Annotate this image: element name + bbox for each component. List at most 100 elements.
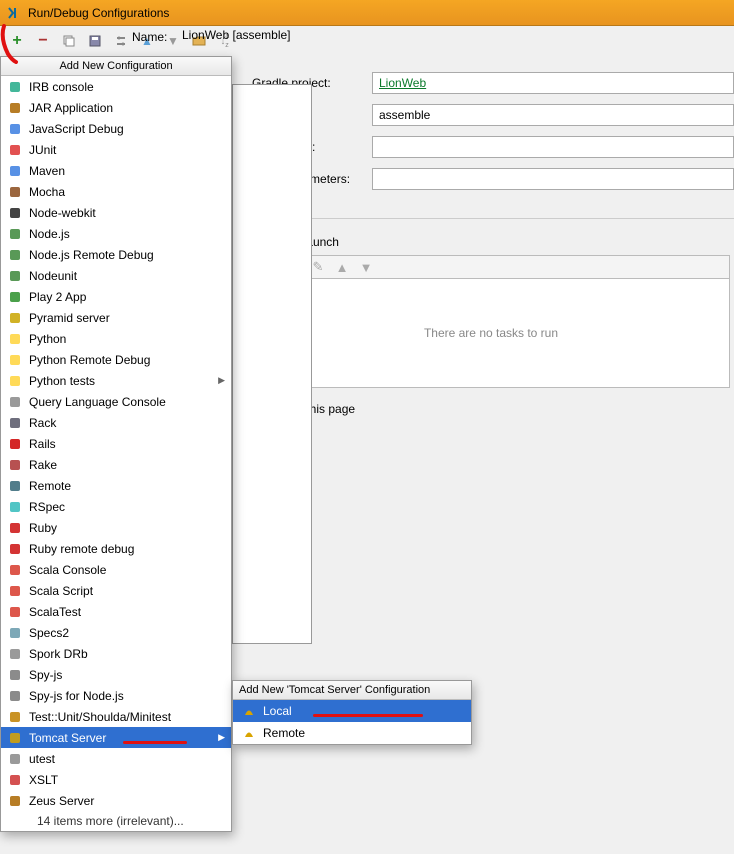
- config-type-label: Scala Console: [29, 563, 106, 577]
- python-tests-icon: [7, 373, 23, 389]
- add-configuration-popup: Add New Configuration IRB console JAR App…: [0, 56, 232, 832]
- config-type-python[interactable]: Python: [1, 328, 231, 349]
- python-remote-icon: [7, 352, 23, 368]
- tomcat-icon: [7, 730, 23, 746]
- config-type-ruby-remote-debug[interactable]: Ruby remote debug: [1, 538, 231, 559]
- tomcat-submenu-local[interactable]: Local: [233, 700, 471, 722]
- config-type-rspec[interactable]: RSpec: [1, 496, 231, 517]
- config-type-rails[interactable]: Rails: [1, 433, 231, 454]
- name-input[interactable]: LionWeb [assemble]: [182, 28, 734, 50]
- bl-up-button[interactable]: ▲: [333, 258, 351, 276]
- config-type-label: Node.js: [29, 227, 70, 241]
- before-launch-header[interactable]: ▼ Before launch: [252, 235, 734, 249]
- ruby-icon: [7, 520, 23, 536]
- python-icon: [7, 331, 23, 347]
- tomcat-remote-icon: [241, 725, 257, 741]
- config-type-javascript-debug[interactable]: JavaScript Debug: [1, 118, 231, 139]
- config-type-nodeunit[interactable]: Nodeunit: [1, 265, 231, 286]
- copy-button[interactable]: [58, 30, 80, 52]
- config-type-scalatest[interactable]: ScalaTest: [1, 601, 231, 622]
- config-type-label: Node.js Remote Debug: [29, 248, 154, 262]
- config-type-rake[interactable]: Rake: [1, 454, 231, 475]
- config-type-pyramid-server[interactable]: Pyramid server: [1, 307, 231, 328]
- add-button[interactable]: +: [6, 30, 28, 52]
- tomcat-icon: [241, 703, 257, 719]
- window-title: Run/Debug Configurations: [28, 6, 169, 20]
- config-type-rack[interactable]: Rack: [1, 412, 231, 433]
- app-icon: [6, 5, 22, 21]
- config-type-spy-js[interactable]: Spy-js: [1, 664, 231, 685]
- config-type-label: Python tests: [29, 374, 95, 388]
- config-type-mocha[interactable]: Mocha: [1, 181, 231, 202]
- config-type-label: Mocha: [29, 185, 65, 199]
- config-type-test-unit-shoulda-minitest[interactable]: Test::Unit/Shoulda/Minitest: [1, 706, 231, 727]
- tasks-field[interactable]: assemble: [372, 104, 734, 126]
- config-type-jar-application[interactable]: JAR Application: [1, 97, 231, 118]
- gradle-project-field[interactable]: LionWeb: [372, 72, 734, 94]
- specs2-icon: [7, 625, 23, 641]
- config-type-python-remote-debug[interactable]: Python Remote Debug: [1, 349, 231, 370]
- config-type-label: Rack: [29, 416, 56, 430]
- submenu-title: Add New 'Tomcat Server' Configuration: [233, 681, 471, 700]
- config-type-spork-drb[interactable]: Spork DRb: [1, 643, 231, 664]
- bl-down-button[interactable]: ▼: [357, 258, 375, 276]
- config-type-node-js-remote-debug[interactable]: Node.js Remote Debug: [1, 244, 231, 265]
- config-type-label: Rake: [29, 458, 57, 472]
- tomcat-submenu-remote[interactable]: Remote: [233, 722, 471, 744]
- config-type-scala-console[interactable]: Scala Console: [1, 559, 231, 580]
- config-type-label: Ruby: [29, 521, 57, 535]
- save-button[interactable]: [84, 30, 106, 52]
- settings-button[interactable]: [110, 30, 132, 52]
- config-type-label: IRB console: [29, 80, 94, 94]
- remove-button[interactable]: −: [32, 30, 54, 52]
- script-params-field[interactable]: [372, 168, 734, 190]
- config-type-node-js[interactable]: Node.js: [1, 223, 231, 244]
- submenu-item-label: Remote: [263, 726, 305, 740]
- config-type-label: Ruby remote debug: [29, 542, 134, 556]
- config-type-maven[interactable]: Maven: [1, 160, 231, 181]
- config-type-tomcat-server[interactable]: Tomcat Server▶: [1, 727, 231, 748]
- config-type-label: utest: [29, 752, 55, 766]
- config-type-zeus-server[interactable]: Zeus Server: [1, 790, 231, 811]
- scala-script-icon: [7, 583, 23, 599]
- qlc-icon: [7, 394, 23, 410]
- config-type-remote[interactable]: Remote: [1, 475, 231, 496]
- before-launch-toolbar: + − ✎ ▲ ▼: [252, 255, 730, 278]
- config-type-scala-script[interactable]: Scala Script: [1, 580, 231, 601]
- utest-icon: [7, 751, 23, 767]
- config-type-node-webkit[interactable]: Node-webkit: [1, 202, 231, 223]
- spyjs-node-icon: [7, 688, 23, 704]
- submenu-arrow-icon: ▶: [218, 732, 225, 743]
- config-type-spy-js-for-node-js[interactable]: Spy-js for Node.js: [1, 685, 231, 706]
- config-type-xslt[interactable]: XSLT: [1, 769, 231, 790]
- config-type-specs2[interactable]: Specs2: [1, 622, 231, 643]
- xslt-icon: [7, 772, 23, 788]
- config-type-label: Spork DRb: [29, 647, 88, 661]
- config-type-python-tests[interactable]: Python tests ▶: [1, 370, 231, 391]
- spork-icon: [7, 646, 23, 662]
- nodeunit-icon: [7, 268, 23, 284]
- submenu-arrow-icon: ▶: [218, 375, 225, 386]
- more-items-link[interactable]: 14 items more (irrelevant)...: [1, 811, 231, 831]
- scala-console-icon: [7, 562, 23, 578]
- config-type-ruby[interactable]: Ruby: [1, 517, 231, 538]
- rails-icon: [7, 436, 23, 452]
- config-type-query-language-console[interactable]: Query Language Console: [1, 391, 231, 412]
- config-type-label: Rails: [29, 437, 56, 451]
- testunit-icon: [7, 709, 23, 725]
- before-launch-section: ▼ Before launch + − ✎ ▲ ▼ There are no t…: [252, 235, 734, 416]
- config-type-irb-console[interactable]: IRB console: [1, 76, 231, 97]
- config-type-play-2-app[interactable]: Play 2 App: [1, 286, 231, 307]
- js-debug-icon: [7, 121, 23, 137]
- submenu-item-label: Local: [263, 704, 292, 718]
- no-tasks-text: There are no tasks to run: [424, 326, 558, 340]
- rspec-icon: [7, 499, 23, 515]
- toolbar: + − ▲ ▼ ↓az Name: LionWeb [assemble]: [0, 26, 734, 56]
- config-type-junit[interactable]: JUnit: [1, 139, 231, 160]
- config-type-utest[interactable]: utest: [1, 748, 231, 769]
- vm-options-field[interactable]: [372, 136, 734, 158]
- tomcat-submenu: Add New 'Tomcat Server' Configuration Lo…: [232, 680, 472, 745]
- config-type-label: Zeus Server: [29, 794, 94, 808]
- popup-title: Add New Configuration: [1, 57, 231, 76]
- config-type-label: JavaScript Debug: [29, 122, 124, 136]
